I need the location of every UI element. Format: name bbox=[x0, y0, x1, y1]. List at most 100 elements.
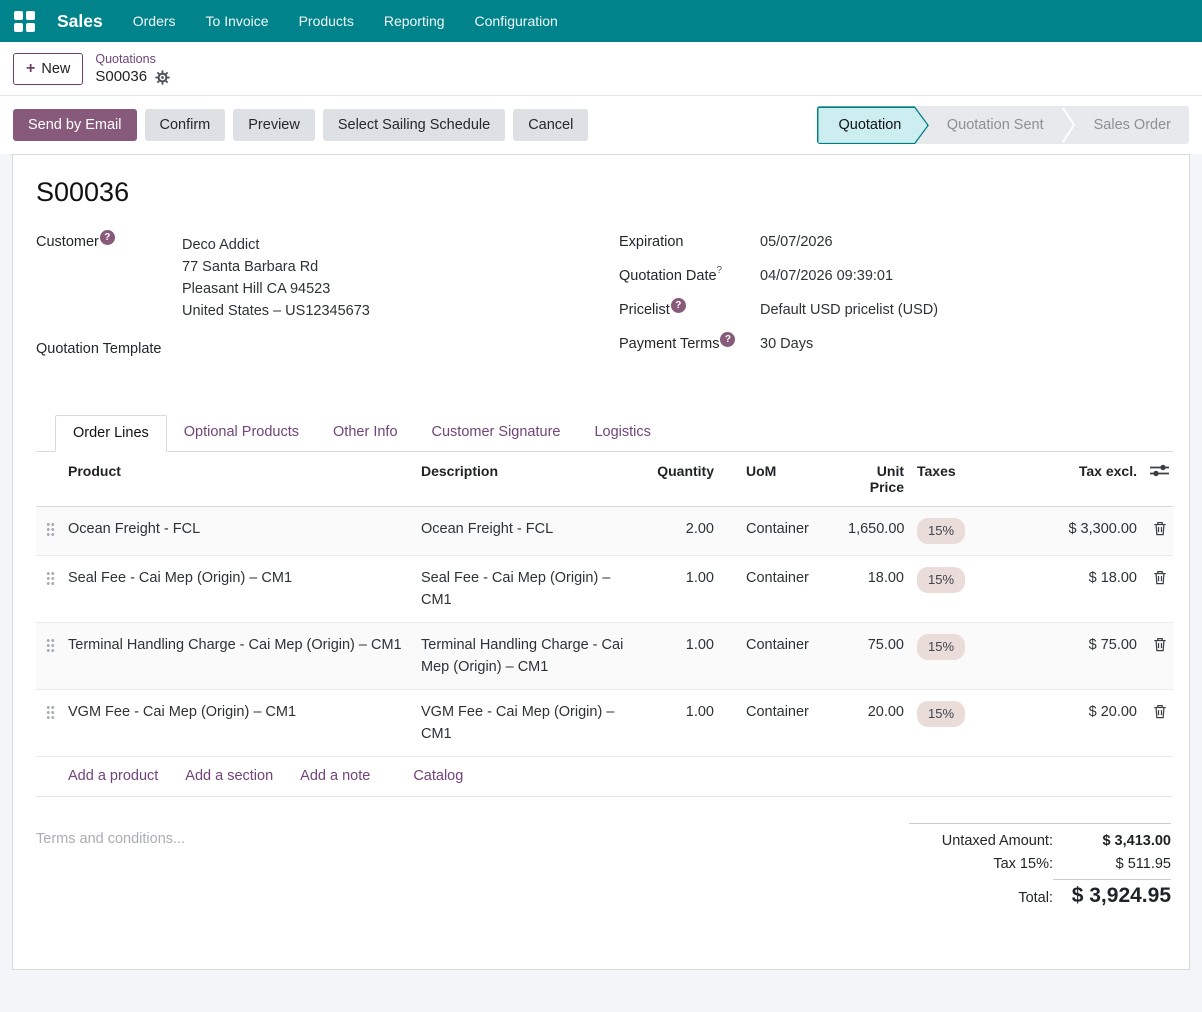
drag-handle-icon[interactable] bbox=[36, 507, 64, 547]
line-product[interactable]: Seal Fee - Cai Mep (Origin) – CM1 bbox=[64, 556, 417, 600]
line-uom[interactable]: Container bbox=[718, 623, 844, 667]
line-description[interactable]: VGM Fee - Cai Mep (Origin) – CM1 bbox=[417, 690, 643, 756]
nav-item-orders[interactable]: Orders bbox=[133, 13, 176, 29]
apps-grid-icon[interactable] bbox=[14, 11, 35, 32]
order-line-row[interactable]: Terminal Handling Charge - Cai Mep (Orig… bbox=[36, 623, 1173, 690]
tab-logistics[interactable]: Logistics bbox=[577, 415, 667, 452]
col-header-subtotal[interactable]: Tax excl. bbox=[1033, 452, 1141, 490]
delete-line-icon[interactable] bbox=[1141, 556, 1173, 596]
nav-item-products[interactable]: Products bbox=[299, 13, 354, 29]
tax-badge[interactable]: 15% bbox=[917, 518, 965, 544]
line-unit-price[interactable]: 1,650.00 bbox=[844, 507, 908, 551]
line-unit-price[interactable]: 75.00 bbox=[844, 623, 908, 667]
line-uom[interactable]: Container bbox=[718, 556, 844, 600]
drag-handle-icon[interactable] bbox=[36, 556, 64, 596]
quotation-date-value[interactable]: 04/07/2026 09:39:01 bbox=[760, 268, 893, 284]
untaxed-amount-row: Untaxed Amount: $ 3,413.00 bbox=[909, 833, 1171, 849]
line-description[interactable]: Ocean Freight - FCL bbox=[417, 507, 643, 551]
send-by-email-button[interactable]: Send by Email bbox=[13, 109, 137, 141]
line-quantity[interactable]: 2.00 bbox=[643, 507, 718, 551]
help-icon[interactable]: ? bbox=[720, 332, 735, 347]
preview-button[interactable]: Preview bbox=[233, 109, 315, 141]
col-header-product[interactable]: Product bbox=[64, 452, 417, 490]
pricelist-value[interactable]: Default USD pricelist (USD) bbox=[760, 302, 938, 318]
tab-other-info[interactable]: Other Info bbox=[316, 415, 414, 452]
order-line-row[interactable]: Ocean Freight - FCL Ocean Freight - FCL … bbox=[36, 507, 1173, 556]
add-note-link[interactable]: Add a note bbox=[300, 768, 370, 784]
tax-badge[interactable]: 15% bbox=[917, 634, 965, 660]
select-sailing-schedule-button[interactable]: Select Sailing Schedule bbox=[323, 109, 505, 141]
payment-terms-value[interactable]: 30 Days bbox=[760, 336, 813, 352]
confirm-button[interactable]: Confirm bbox=[145, 109, 226, 141]
nav-item-to-invoice[interactable]: To Invoice bbox=[206, 13, 269, 29]
add-section-link[interactable]: Add a section bbox=[185, 768, 273, 784]
table-header-row: Product Description Quantity UoM Unit Pr… bbox=[36, 452, 1173, 507]
nav-item-configuration[interactable]: Configuration bbox=[475, 13, 558, 29]
stage-sales-order[interactable]: Sales Order bbox=[1076, 106, 1189, 144]
expiration-value[interactable]: 05/07/2026 bbox=[760, 234, 833, 250]
line-quantity[interactable]: 1.00 bbox=[643, 690, 718, 734]
col-header-description[interactable]: Description bbox=[417, 452, 643, 490]
nav-item-reporting[interactable]: Reporting bbox=[384, 13, 445, 29]
stage-quotation-sent[interactable]: Quotation Sent bbox=[929, 106, 1062, 144]
gear-icon[interactable] bbox=[155, 70, 170, 85]
bottom-zone: Terms and conditions... Untaxed Amount: … bbox=[36, 823, 1173, 915]
line-description[interactable]: Terminal Handling Charge - Cai Mep (Orig… bbox=[417, 623, 643, 689]
catalog-link[interactable]: Catalog bbox=[413, 768, 463, 784]
stage-label: Quotation bbox=[838, 117, 901, 133]
quotation-title: S00036 bbox=[36, 177, 1173, 208]
control-panel: + New Quotations S00036 bbox=[0, 42, 1202, 96]
tax-badge[interactable]: 15% bbox=[917, 567, 965, 593]
pricelist-field-row: Pricelist? Default USD pricelist (USD) bbox=[619, 302, 1173, 318]
col-header-quantity[interactable]: Quantity bbox=[643, 452, 718, 490]
customer-name-link[interactable]: Deco Addict bbox=[182, 234, 370, 256]
quotation-template-label: Quotation Template bbox=[36, 341, 182, 357]
line-product[interactable]: VGM Fee - Cai Mep (Origin) – CM1 bbox=[64, 690, 417, 734]
col-header-taxes[interactable]: Taxes bbox=[908, 452, 1033, 490]
cancel-button[interactable]: Cancel bbox=[513, 109, 588, 141]
delete-line-icon[interactable] bbox=[1141, 690, 1173, 730]
delete-line-icon[interactable] bbox=[1141, 507, 1173, 547]
delete-line-icon[interactable] bbox=[1141, 623, 1173, 663]
line-quantity[interactable]: 1.00 bbox=[643, 556, 718, 600]
col-header-uom[interactable]: UoM bbox=[718, 452, 844, 490]
col-header-unit-price[interactable]: Unit Price bbox=[844, 452, 908, 506]
plus-icon: + bbox=[26, 61, 35, 77]
line-subtotal: $ 20.00 bbox=[1033, 690, 1141, 734]
chevron-separator-icon bbox=[1062, 106, 1076, 144]
line-uom[interactable]: Container bbox=[718, 690, 844, 734]
line-uom[interactable]: Container bbox=[718, 507, 844, 551]
tab-optional-products[interactable]: Optional Products bbox=[167, 415, 316, 452]
terms-and-conditions-input[interactable]: Terms and conditions... bbox=[36, 823, 909, 915]
expiration-field-row: Expiration 05/07/2026 bbox=[619, 234, 1173, 250]
drag-handle-icon[interactable] bbox=[36, 690, 64, 730]
stage-label: Sales Order bbox=[1094, 117, 1171, 133]
order-line-row[interactable]: Seal Fee - Cai Mep (Origin) – CM1 Seal F… bbox=[36, 556, 1173, 623]
stage-quotation-active[interactable]: Quotation bbox=[817, 106, 929, 144]
line-description[interactable]: Seal Fee - Cai Mep (Origin) – CM1 bbox=[417, 556, 643, 622]
form-sheet: S00036 Customer? Deco Addict 77 Santa Ba… bbox=[12, 154, 1190, 970]
help-icon[interactable]: ? bbox=[671, 298, 686, 313]
line-product[interactable]: Terminal Handling Charge - Cai Mep (Orig… bbox=[64, 623, 417, 667]
breadcrumb-parent-link[interactable]: Quotations bbox=[95, 52, 170, 68]
payment-terms-field-row: Payment Terms? 30 Days bbox=[619, 336, 1173, 352]
total-label: Total: bbox=[1018, 890, 1053, 906]
tab-order-lines[interactable]: Order Lines bbox=[55, 415, 167, 452]
add-product-link[interactable]: Add a product bbox=[68, 768, 158, 784]
new-button-label: New bbox=[41, 61, 70, 77]
help-icon[interactable]: ? bbox=[100, 230, 115, 245]
line-unit-price[interactable]: 18.00 bbox=[844, 556, 908, 600]
tax-badge[interactable]: 15% bbox=[917, 701, 965, 727]
optional-columns-icon[interactable] bbox=[1141, 452, 1173, 489]
tab-customer-signature[interactable]: Customer Signature bbox=[415, 415, 578, 452]
line-quantity[interactable]: 1.00 bbox=[643, 623, 718, 667]
line-product[interactable]: Ocean Freight - FCL bbox=[64, 507, 417, 551]
line-unit-price[interactable]: 20.00 bbox=[844, 690, 908, 734]
app-name[interactable]: Sales bbox=[57, 11, 103, 32]
apps-grid-square bbox=[14, 11, 23, 20]
drag-handle-icon[interactable] bbox=[36, 623, 64, 663]
notebook-tabs: Order Lines Optional Products Other Info… bbox=[36, 414, 1173, 452]
new-button[interactable]: + New bbox=[13, 53, 83, 85]
order-line-row[interactable]: VGM Fee - Cai Mep (Origin) – CM1 VGM Fee… bbox=[36, 690, 1173, 757]
breadcrumb-current: S00036 bbox=[95, 68, 147, 87]
